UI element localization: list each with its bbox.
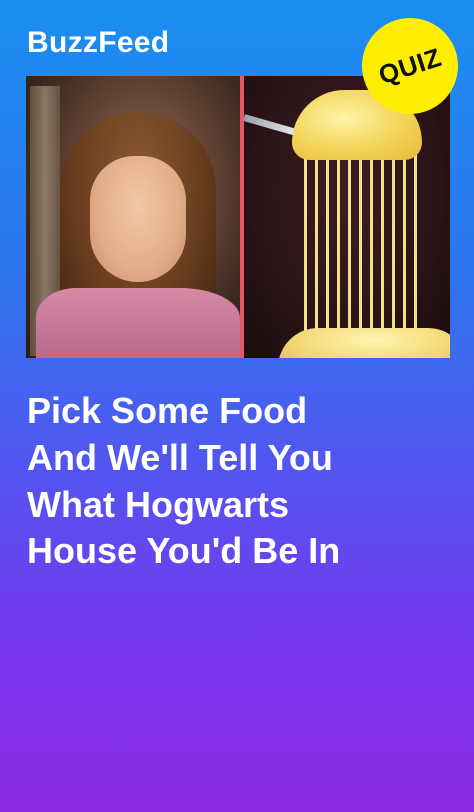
hero-photo-mac-and-cheese — [244, 76, 450, 358]
headline-line-3: What Hogwarts — [27, 483, 290, 525]
headline-line-4: House You'd Be In — [27, 530, 341, 572]
quiz-badge-label: QUIZ — [374, 41, 445, 90]
quiz-headline[interactable]: Pick Some Food And We'll Tell You What H… — [27, 388, 457, 575]
hero-image-strip[interactable] — [26, 76, 450, 358]
hero-photo-woman — [26, 76, 240, 358]
headline-line-1: Pick Some Food — [27, 390, 308, 431]
buzzfeed-logo[interactable]: BuzzFeed — [27, 28, 169, 58]
cheese-bowl — [278, 328, 450, 358]
cheese-strands — [304, 150, 424, 340]
headline-line-2: And We'll Tell You — [27, 436, 333, 478]
face-shape — [90, 156, 186, 282]
